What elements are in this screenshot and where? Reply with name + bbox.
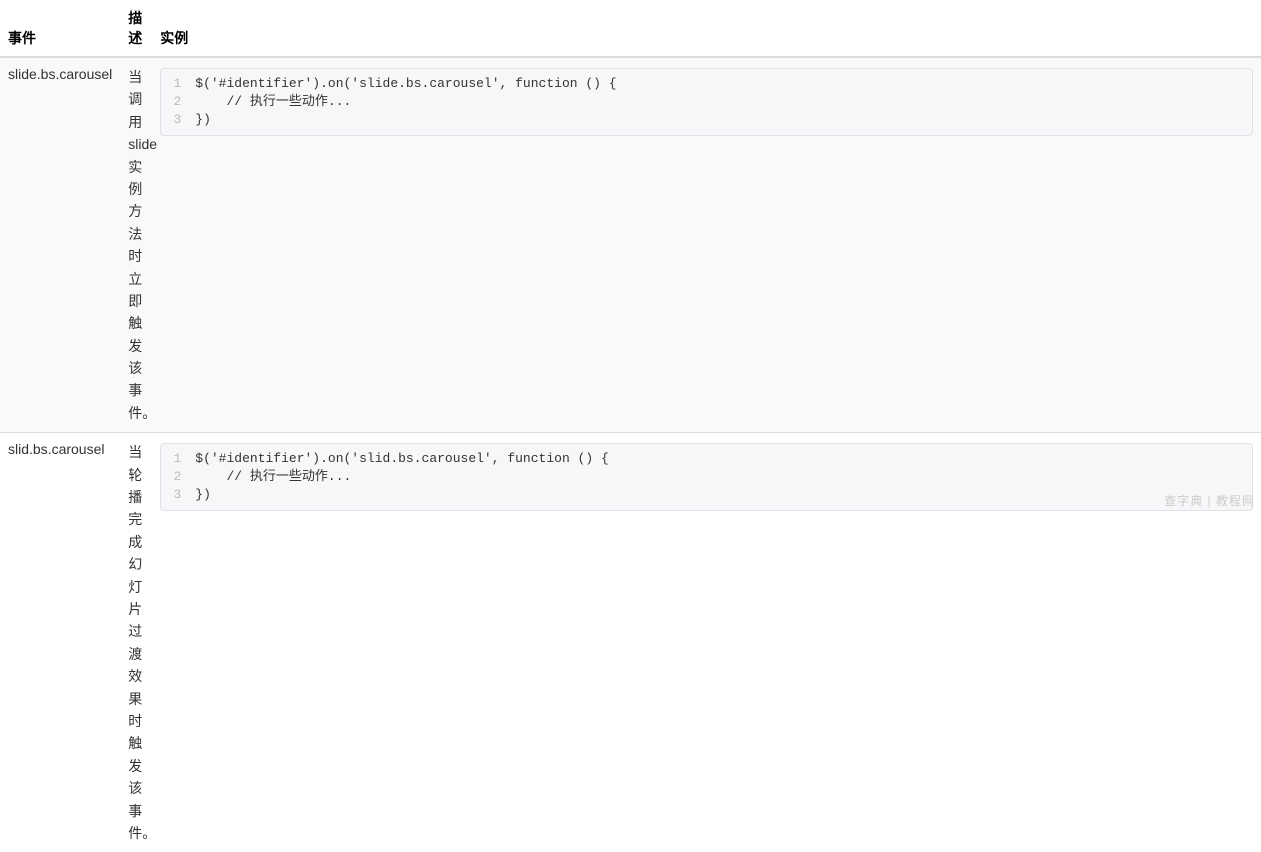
code-line: 2 // 执行一些动作...	[161, 93, 1252, 111]
header-desc: 描述	[120, 0, 152, 57]
line-number: 2	[161, 93, 191, 111]
events-table: 事件 描述 实例 slide.bs.carousel 当调用 slide 实例方…	[0, 0, 1261, 852]
event-desc-cell: 当调用 slide 实例方法时立即触发该事件。	[120, 57, 152, 433]
table-row: slide.bs.carousel 当调用 slide 实例方法时立即触发该事件…	[0, 57, 1261, 433]
header-example: 实例	[152, 0, 1261, 57]
code-block: 1$('#identifier').on('slide.bs.carousel'…	[160, 68, 1253, 136]
code-text: $('#identifier').on('slid.bs.carousel', …	[191, 450, 1252, 468]
code-line: 3})	[161, 111, 1252, 129]
code-line: 3})	[161, 486, 1252, 504]
code-block: 1$('#identifier').on('slid.bs.carousel',…	[160, 443, 1253, 511]
line-number: 3	[161, 111, 191, 129]
header-event: 事件	[0, 0, 120, 57]
code-line: 1$('#identifier').on('slide.bs.carousel'…	[161, 75, 1252, 93]
table-header-row: 事件 描述 实例	[0, 0, 1261, 57]
event-example-cell: 1$('#identifier').on('slid.bs.carousel',…	[152, 433, 1261, 852]
line-number: 1	[161, 450, 191, 468]
code-text: })	[191, 111, 1252, 129]
event-name-cell: slide.bs.carousel	[0, 57, 120, 433]
line-number: 1	[161, 75, 191, 93]
line-number: 2	[161, 468, 191, 486]
code-line: 1$('#identifier').on('slid.bs.carousel',…	[161, 450, 1252, 468]
event-desc-cell: 当轮播完成幻灯片过渡效果时触发该事件。	[120, 433, 152, 852]
code-text: // 执行一些动作...	[191, 93, 1252, 111]
code-text: $('#identifier').on('slide.bs.carousel',…	[191, 75, 1252, 93]
code-text: })	[191, 486, 1252, 504]
code-text: // 执行一些动作...	[191, 468, 1252, 486]
event-name-cell: slid.bs.carousel	[0, 433, 120, 852]
code-line: 2 // 执行一些动作...	[161, 468, 1252, 486]
line-number: 3	[161, 486, 191, 504]
event-example-cell: 1$('#identifier').on('slide.bs.carousel'…	[152, 57, 1261, 433]
table-row: slid.bs.carousel 当轮播完成幻灯片过渡效果时触发该事件。 1$(…	[0, 433, 1261, 852]
